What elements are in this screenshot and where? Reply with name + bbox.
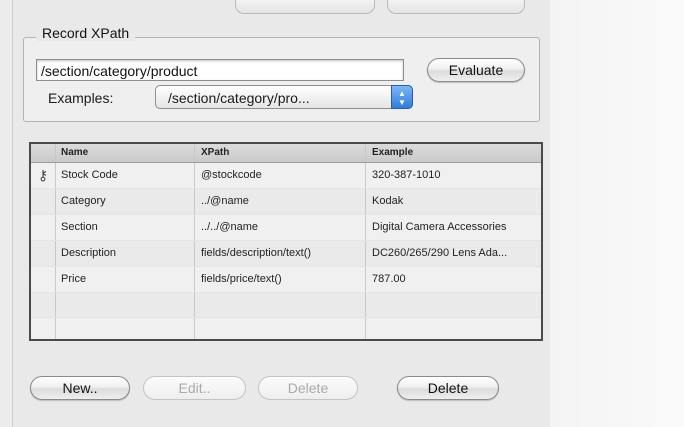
table-header: Name XPath Example	[31, 144, 541, 163]
cell-example: Kodak	[372, 195, 404, 207]
cell-example: DC260/265/290 Lens Ada...	[372, 247, 508, 259]
cell-example: 787.00	[372, 273, 406, 285]
delete-button[interactable]: Delete	[397, 376, 499, 400]
cell-example: 320-387-1010	[372, 169, 441, 181]
key-icon: ⚷	[37, 167, 49, 183]
cell-example: Digital Camera Accessories	[372, 221, 507, 233]
cell-xpath: fields/price/text()	[196, 267, 366, 292]
table-row[interactable]: ⚷ Stock Code @stockcode 320-387-1010	[31, 163, 541, 189]
table-row[interactable]: Category ../@name Kodak	[31, 189, 541, 215]
header-name[interactable]: Name	[56, 144, 195, 162]
table-row-empty	[31, 293, 541, 318]
cell-name: Stock Code	[56, 163, 195, 188]
cell-xpath: ../../@name	[196, 215, 366, 240]
table-row[interactable]: Section ../../@name Digital Camera Acces…	[31, 215, 541, 241]
examples-select-value: /section/category/pro...	[168, 90, 310, 106]
header-xpath[interactable]: XPath	[196, 144, 366, 162]
top-button-partial[interactable]	[235, 0, 375, 14]
evaluate-button[interactable]: Evaluate	[427, 58, 525, 82]
top-button-partial-2[interactable]	[387, 0, 525, 14]
edit-button[interactable]: Edit..	[143, 376, 246, 400]
table-row[interactable]: Price fields/price/text() 787.00	[31, 267, 541, 293]
cell-name: Category	[56, 189, 195, 214]
fields-table: Name XPath Example ⚷ Stock Code @stockco…	[29, 142, 543, 341]
cell-xpath: fields/description/text()	[196, 241, 366, 266]
examples-select[interactable]: /section/category/pro... ▲ ▼	[155, 85, 413, 109]
xpath-input[interactable]: /section/category/product	[36, 59, 404, 81]
new-button[interactable]: New..	[30, 376, 130, 400]
cell-xpath: ../@name	[196, 189, 366, 214]
record-xpath-legend: Record XPath	[36, 25, 136, 41]
header-key-column	[31, 144, 56, 162]
table-row-empty	[31, 318, 541, 339]
cell-xpath: @stockcode	[196, 163, 366, 188]
cell-name: Section	[56, 215, 195, 240]
table-row[interactable]: Description fields/description/text() DC…	[31, 241, 541, 267]
cell-name: Description	[56, 241, 195, 266]
cell-name: Price	[56, 267, 195, 292]
right-pane	[549, 0, 684, 427]
delete-button-disabled[interactable]: Delete	[258, 376, 358, 400]
examples-label: Examples:	[48, 90, 114, 106]
header-example[interactable]: Example	[367, 144, 541, 162]
updown-arrows-icon: ▲ ▼	[391, 85, 413, 109]
